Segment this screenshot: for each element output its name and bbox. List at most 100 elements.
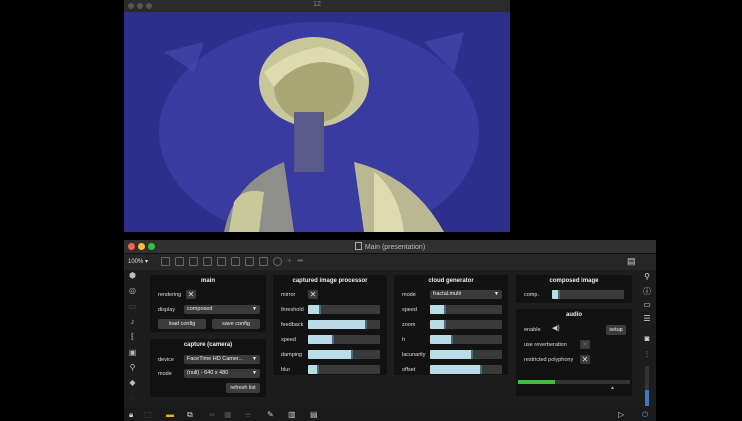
main-window-title: Main (presentation): [124, 242, 656, 251]
camera-icon[interactable]: ◙: [642, 334, 652, 343]
capture-mode-value: (null) - 640 x 480: [187, 370, 229, 376]
speaker-icon[interactable]: ◀): [552, 324, 560, 332]
volume-meter[interactable]: [645, 366, 649, 406]
box-icon[interactable]: [217, 257, 226, 266]
image-icon[interactable]: ▣: [128, 348, 137, 357]
edit-icon[interactable]: ⬚: [144, 410, 152, 419]
comp-slider-fill: [552, 290, 561, 299]
slider-fill: [308, 335, 334, 344]
polyphony-toggle[interactable]: ✕: [580, 355, 590, 364]
cloud-panel-title: cloud generator: [428, 278, 474, 284]
slider-fill: [430, 335, 454, 344]
slider-label: zoom: [402, 322, 416, 328]
presentation-mode-icon[interactable]: [161, 257, 170, 266]
slider-fill: [430, 320, 446, 329]
slider-fill: [430, 350, 474, 359]
info-icon[interactable]: ⓘ: [642, 286, 652, 297]
display-dropdown[interactable]: composed ▼: [184, 305, 260, 314]
audio-level-fill: [518, 380, 555, 384]
chevron-down-icon: ▼: [494, 291, 499, 297]
load-config-button[interactable]: load config: [158, 319, 206, 329]
lock-icon[interactable]: 🔒︎: [129, 410, 133, 420]
cloud-mode-dropdown[interactable]: fractal.multi ▼: [430, 290, 502, 299]
slider-label: speed: [281, 337, 296, 343]
settings-icon[interactable]: ◌: [128, 394, 137, 403]
list-icon[interactable]: ☰: [642, 314, 652, 323]
document-icon: [354, 242, 362, 250]
parameter-slider[interactable]: [430, 350, 502, 359]
slider-label: damping: [281, 352, 303, 358]
audio-panel-title: audio: [566, 312, 582, 318]
parameter-slider[interactable]: [430, 320, 502, 329]
main-toolbar: 100% ▾ + ➦ ▤: [124, 254, 656, 270]
path-icon[interactable]: ⌯: [245, 410, 251, 420]
save-config-button[interactable]: save config: [212, 319, 260, 329]
pointer-icon[interactable]: ➦: [297, 256, 304, 265]
refresh-list-button[interactable]: refresh list: [226, 383, 260, 393]
mirror-toggle[interactable]: ✕: [308, 290, 318, 299]
comp-slider[interactable]: [552, 290, 624, 299]
slider-label: threshold: [281, 307, 304, 313]
parameter-slider[interactable]: [308, 335, 380, 344]
layout-icon[interactable]: [259, 257, 268, 266]
target-icon[interactable]: ◎: [128, 286, 137, 295]
close-icon: ✕: [187, 290, 195, 299]
parameter-slider[interactable]: [308, 350, 380, 359]
slider-label: speed: [402, 307, 417, 313]
parameter-slider[interactable]: [430, 365, 502, 374]
link-icon[interactable]: ∞: [209, 410, 215, 419]
console-icon[interactable]: ▤: [627, 256, 636, 267]
reverberation-toggle[interactable]: ✕: [580, 340, 590, 349]
mixer-icon[interactable]: ⫶: [642, 350, 652, 360]
object-icon[interactable]: ◆: [128, 378, 137, 387]
keyboard-icon[interactable]: ▤: [310, 410, 318, 419]
chevron-down-icon: ▼: [252, 370, 257, 376]
audio-setup-button[interactable]: setup: [606, 325, 626, 335]
capture-mode-dropdown[interactable]: (null) - 640 x 480 ▼: [184, 369, 260, 378]
main-window: Main (presentation) 100% ▾ + ➦ ▤ ⬢ ◎ ▭ ♪…: [124, 240, 656, 421]
parameter-slider[interactable]: [308, 305, 380, 314]
grid-icon[interactable]: [175, 257, 184, 266]
play-icon[interactable]: ▷: [618, 410, 624, 419]
cloud-mode-label: mode: [402, 292, 416, 298]
link-icon[interactable]: ⚲: [128, 363, 137, 372]
bracket-icon[interactable]: ⁅: [128, 332, 137, 341]
camera-image: [124, 12, 510, 232]
bottom-toolbar: 🔒︎ ⬚ ▬ ⧉ ∞ ▦ ⌯ ✎ ▥ ▤ ▷ ⏻: [124, 408, 656, 421]
comment-icon[interactable]: ▬: [166, 410, 174, 419]
mode-label: mode: [158, 371, 172, 377]
polyphony-label: restricted polyphony: [524, 357, 574, 363]
piano-icon[interactable]: ▥: [288, 410, 296, 419]
comp-label: comp.: [524, 292, 539, 298]
parameter-slider[interactable]: [308, 365, 380, 374]
slider-label: feedback: [281, 322, 304, 328]
enable-label: enable: [524, 327, 541, 333]
device-dropdown[interactable]: FaceTime HD Camer... ▼: [184, 355, 260, 364]
new-object-icon[interactable]: [203, 257, 212, 266]
video-titlebar: 12: [124, 0, 510, 12]
copy-icon[interactable]: ⧉: [187, 410, 193, 420]
parameter-slider[interactable]: [430, 335, 502, 344]
cube-icon[interactable]: ⬢: [128, 271, 137, 280]
music-note-icon[interactable]: ♪: [128, 317, 137, 326]
rendering-toggle[interactable]: ✕: [186, 290, 196, 299]
align-icon[interactable]: [245, 257, 254, 266]
device-label: device: [158, 357, 174, 363]
parameter-slider[interactable]: [430, 305, 502, 314]
parameter-slider[interactable]: [308, 320, 380, 329]
power-icon[interactable]: ⏻: [642, 410, 648, 420]
composed-panel: composed image comp.: [516, 275, 632, 303]
grid-icon[interactable]: ▦: [224, 410, 232, 419]
cloud-mode-value: fractal.multi: [433, 291, 462, 297]
comment-icon[interactable]: [189, 257, 198, 266]
list-icon[interactable]: [231, 257, 240, 266]
zoom-dropdown[interactable]: 100% ▾: [128, 258, 148, 265]
clipboard-icon[interactable]: ▭: [642, 300, 652, 309]
inspector-icon[interactable]: ▭: [128, 302, 137, 311]
clock-icon[interactable]: [273, 257, 282, 266]
main-panel: main rendering ✕ display composed ▼ load…: [150, 275, 266, 332]
mirror-label: mirror: [281, 292, 296, 298]
wrench-icon[interactable]: ✎: [267, 410, 274, 419]
search-icon[interactable]: ⚲: [642, 272, 652, 281]
plus-icon[interactable]: +: [287, 256, 292, 265]
